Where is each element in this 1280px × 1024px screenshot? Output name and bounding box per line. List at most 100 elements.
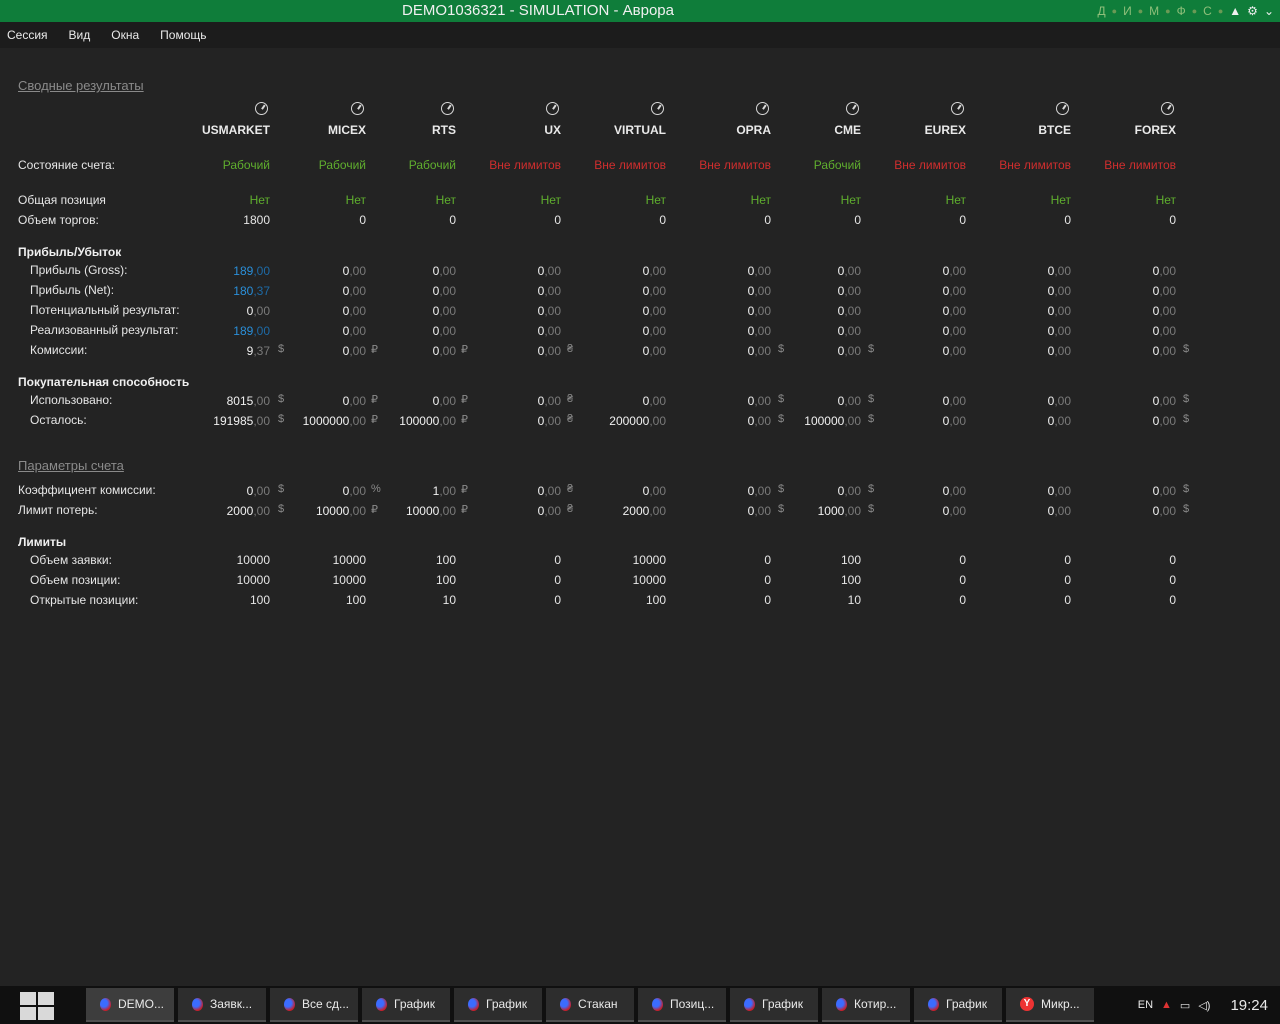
loss-limit-value: 10000,00	[346, 504, 456, 518]
network-icon[interactable]: ▭	[1180, 999, 1190, 1012]
language-indicator[interactable]: EN	[1138, 999, 1153, 1011]
taskbar-item-0[interactable]: DEMO...	[86, 988, 174, 1022]
clock[interactable]: 19:24	[1230, 997, 1268, 1014]
taskbar-item-8[interactable]: Котир...	[822, 988, 910, 1022]
order-volume-value: 100	[840, 553, 861, 567]
currency-sign: $	[1183, 393, 1190, 405]
menu-item-1[interactable]: Вид	[69, 28, 91, 42]
market-clock-icon[interactable]	[255, 102, 268, 115]
market-header-forex[interactable]: FOREX	[1086, 123, 1176, 137]
gear-icon[interactable]: ⚙	[1247, 4, 1258, 18]
market-clock-icon[interactable]	[1161, 102, 1174, 115]
remaining-value: 200000,00	[556, 414, 666, 428]
integer-part: 100000	[804, 414, 845, 428]
taskbar-item-2[interactable]: Все сд...	[270, 988, 358, 1022]
order-volume-value: 0	[554, 553, 561, 567]
taskbar-item-4[interactable]: График	[454, 988, 542, 1022]
title-bar: DEMO1036321 - SIMULATION - Аврора Д ● И ● М ●…	[0, 0, 1280, 22]
market-clock-icon[interactable]	[546, 102, 559, 115]
market-clock-icon[interactable]	[651, 102, 664, 115]
net-value: 180,37	[160, 284, 270, 298]
market-header-eurex[interactable]: EUREX	[876, 123, 966, 137]
windows-logo-icon	[38, 992, 54, 1005]
market-clock-icon[interactable]	[846, 102, 859, 115]
tab-dot-icon: ●	[1137, 6, 1144, 16]
aurora-app-icon	[744, 997, 755, 1011]
label-potential: Потенциальный результат:	[30, 303, 180, 317]
label-open-positions: Открытые позиции:	[30, 593, 139, 607]
taskbar-item-6[interactable]: Позиц...	[638, 988, 726, 1022]
title-tab-3[interactable]: Ф	[1177, 4, 1186, 18]
market-header-micex[interactable]: MICEX	[276, 123, 366, 137]
title-tab-2[interactable]: М	[1149, 4, 1159, 18]
market-header-rts[interactable]: RTS	[366, 123, 456, 137]
loss-limit-value: 0,00	[856, 504, 966, 518]
taskbar-item-5[interactable]: Стакан	[546, 988, 634, 1022]
position-volume-value: 0	[1169, 573, 1176, 587]
commission-value: 0,00	[856, 344, 966, 358]
remaining-value: 191985,00	[160, 414, 270, 428]
volume-icon[interactable]: ◁)	[1198, 999, 1210, 1012]
net-value: 0,00	[961, 284, 1071, 298]
integer-part: 191985	[213, 414, 254, 428]
potential-value: 0,00	[1066, 304, 1176, 318]
account-state-value: Вне лимитов	[1104, 158, 1176, 172]
market-clock-icon[interactable]	[441, 102, 454, 115]
triangle-up-icon[interactable]: ▲	[1229, 4, 1241, 18]
menu-item-3[interactable]: Помощь	[160, 28, 206, 42]
title-tab-0[interactable]: Д	[1098, 4, 1106, 18]
gross-value: 0,00	[961, 264, 1071, 278]
taskbar-item-9[interactable]: График	[914, 988, 1002, 1022]
decimal-part: ,00	[1159, 284, 1176, 298]
potential-value: 0,00	[160, 304, 270, 318]
commission-value: 0,00	[751, 344, 861, 358]
total-position-value: Нет	[840, 193, 861, 207]
menu-item-0[interactable]: Сессия	[7, 28, 48, 42]
aurora-app-icon	[928, 997, 939, 1011]
market-clock-icon[interactable]	[1056, 102, 1069, 115]
market-header-virtual[interactable]: VIRTUAL	[576, 123, 666, 137]
windows-logo-icon	[20, 1007, 36, 1020]
taskbar-item-7[interactable]: График	[730, 988, 818, 1022]
label-account-state: Состояние счета:	[18, 158, 115, 172]
gross-value: 0,00	[1066, 264, 1176, 278]
taskbar-item-1[interactable]: Заявк...	[178, 988, 266, 1022]
taskbar-item-label: График	[394, 997, 435, 1011]
commission-rate-value: 0,00	[961, 484, 1071, 498]
title-tab-1[interactable]: И	[1123, 4, 1132, 18]
market-header-cme[interactable]: CME	[771, 123, 861, 137]
account-summary-panel: Сводные результаты Параметры счета Состо…	[0, 48, 1280, 986]
market-header-btce[interactable]: BTCE	[981, 123, 1071, 137]
label-net: Прибыль (Net):	[30, 283, 115, 297]
integer-part: 100000	[399, 414, 440, 428]
taskbar-item-label: DEMO...	[118, 997, 165, 1011]
market-clock-icon[interactable]	[351, 102, 364, 115]
gross-value: 0,00	[751, 264, 861, 278]
market-header-opra[interactable]: OPRA	[681, 123, 771, 137]
title-tab-4[interactable]: С	[1203, 4, 1212, 18]
order-volume-value: 10000	[236, 553, 270, 567]
label-loss-limit: Лимит потерь:	[18, 503, 98, 517]
market-header-ux[interactable]: UX	[471, 123, 561, 137]
taskbar-item-3[interactable]: График	[362, 988, 450, 1022]
total-position-value: Нет	[945, 193, 966, 207]
menu-item-2[interactable]: Окна	[111, 28, 139, 42]
chevron-down-icon[interactable]: ⌄	[1264, 4, 1274, 18]
market-clock-icon[interactable]	[756, 102, 769, 115]
market-header-usmarket[interactable]: USMARKET	[180, 123, 270, 137]
remaining-value: 0,00	[451, 414, 561, 428]
commission-rate-value: 0,00	[556, 484, 666, 498]
aurora-app-icon	[468, 997, 479, 1011]
aurora-app-icon	[192, 997, 203, 1011]
taskbar-item-10[interactable]: Y Микр...	[1006, 988, 1094, 1022]
start-button[interactable]	[18, 989, 58, 1021]
tab-dot-icon: ●	[1165, 6, 1171, 16]
trade-volume-value: 0	[1169, 213, 1176, 227]
yandex-browser-icon: Y	[1020, 997, 1034, 1011]
section-summary-link[interactable]: Сводные результаты	[18, 78, 144, 93]
market-clock-icon[interactable]	[951, 102, 964, 115]
integer-part: 8015	[226, 394, 254, 408]
app-tray-icon[interactable]: ▲	[1161, 999, 1172, 1011]
open-positions-value: 10	[847, 593, 861, 607]
section-params-link[interactable]: Параметры счета	[18, 458, 124, 473]
